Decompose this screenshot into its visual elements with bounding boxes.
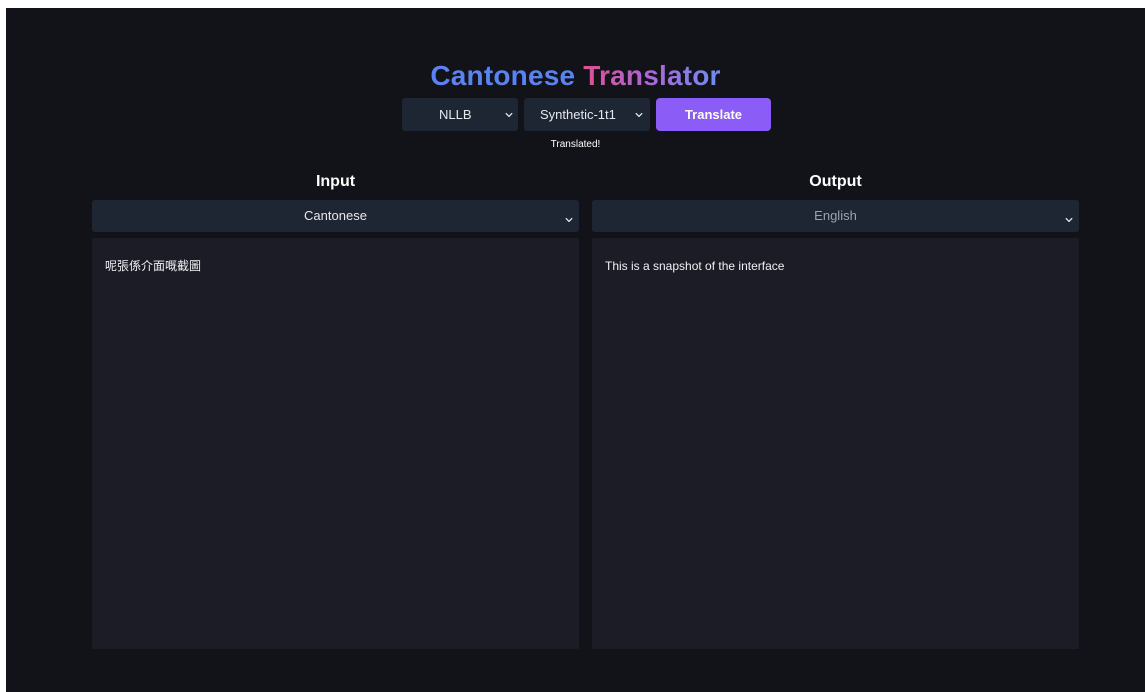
input-pane: Input Cantonese 呢張係介面嘅截圖 xyxy=(92,172,579,649)
output-pane: Output English This is a snapshot of the… xyxy=(592,172,1079,649)
page-title: Cantonese Translator xyxy=(6,60,1145,92)
chevron-down-icon xyxy=(1065,212,1073,223)
title-part-cantonese: Cantonese xyxy=(430,60,576,91)
title-part-translator: Translator xyxy=(583,60,721,91)
chevron-down-icon xyxy=(505,111,513,119)
chevron-down-icon xyxy=(565,212,573,223)
variant-select-value: Synthetic-1t1 xyxy=(540,107,616,122)
output-language-select[interactable]: English xyxy=(592,200,1079,232)
status-message: Translated! xyxy=(550,139,601,150)
output-heading: Output xyxy=(809,173,862,190)
translate-button[interactable]: Translate xyxy=(656,98,771,131)
input-textarea[interactable]: 呢張係介面嘅截圖 xyxy=(92,238,579,649)
app-window: Cantonese Translator NLLB Synthetic-1t1 … xyxy=(6,8,1145,692)
chevron-down-icon xyxy=(635,111,643,119)
output-textarea[interactable]: This is a snapshot of the interface xyxy=(592,238,1079,649)
input-language-select[interactable]: Cantonese xyxy=(92,200,579,232)
variant-select[interactable]: Synthetic-1t1 xyxy=(524,98,650,131)
input-language-value: Cantonese xyxy=(304,208,367,223)
input-heading: Input xyxy=(315,173,356,190)
toolbar: NLLB Synthetic-1t1 Translate xyxy=(402,98,771,131)
model-select-value: NLLB xyxy=(439,107,472,122)
output-language-value: English xyxy=(814,208,857,223)
model-select[interactable]: NLLB xyxy=(402,98,518,131)
